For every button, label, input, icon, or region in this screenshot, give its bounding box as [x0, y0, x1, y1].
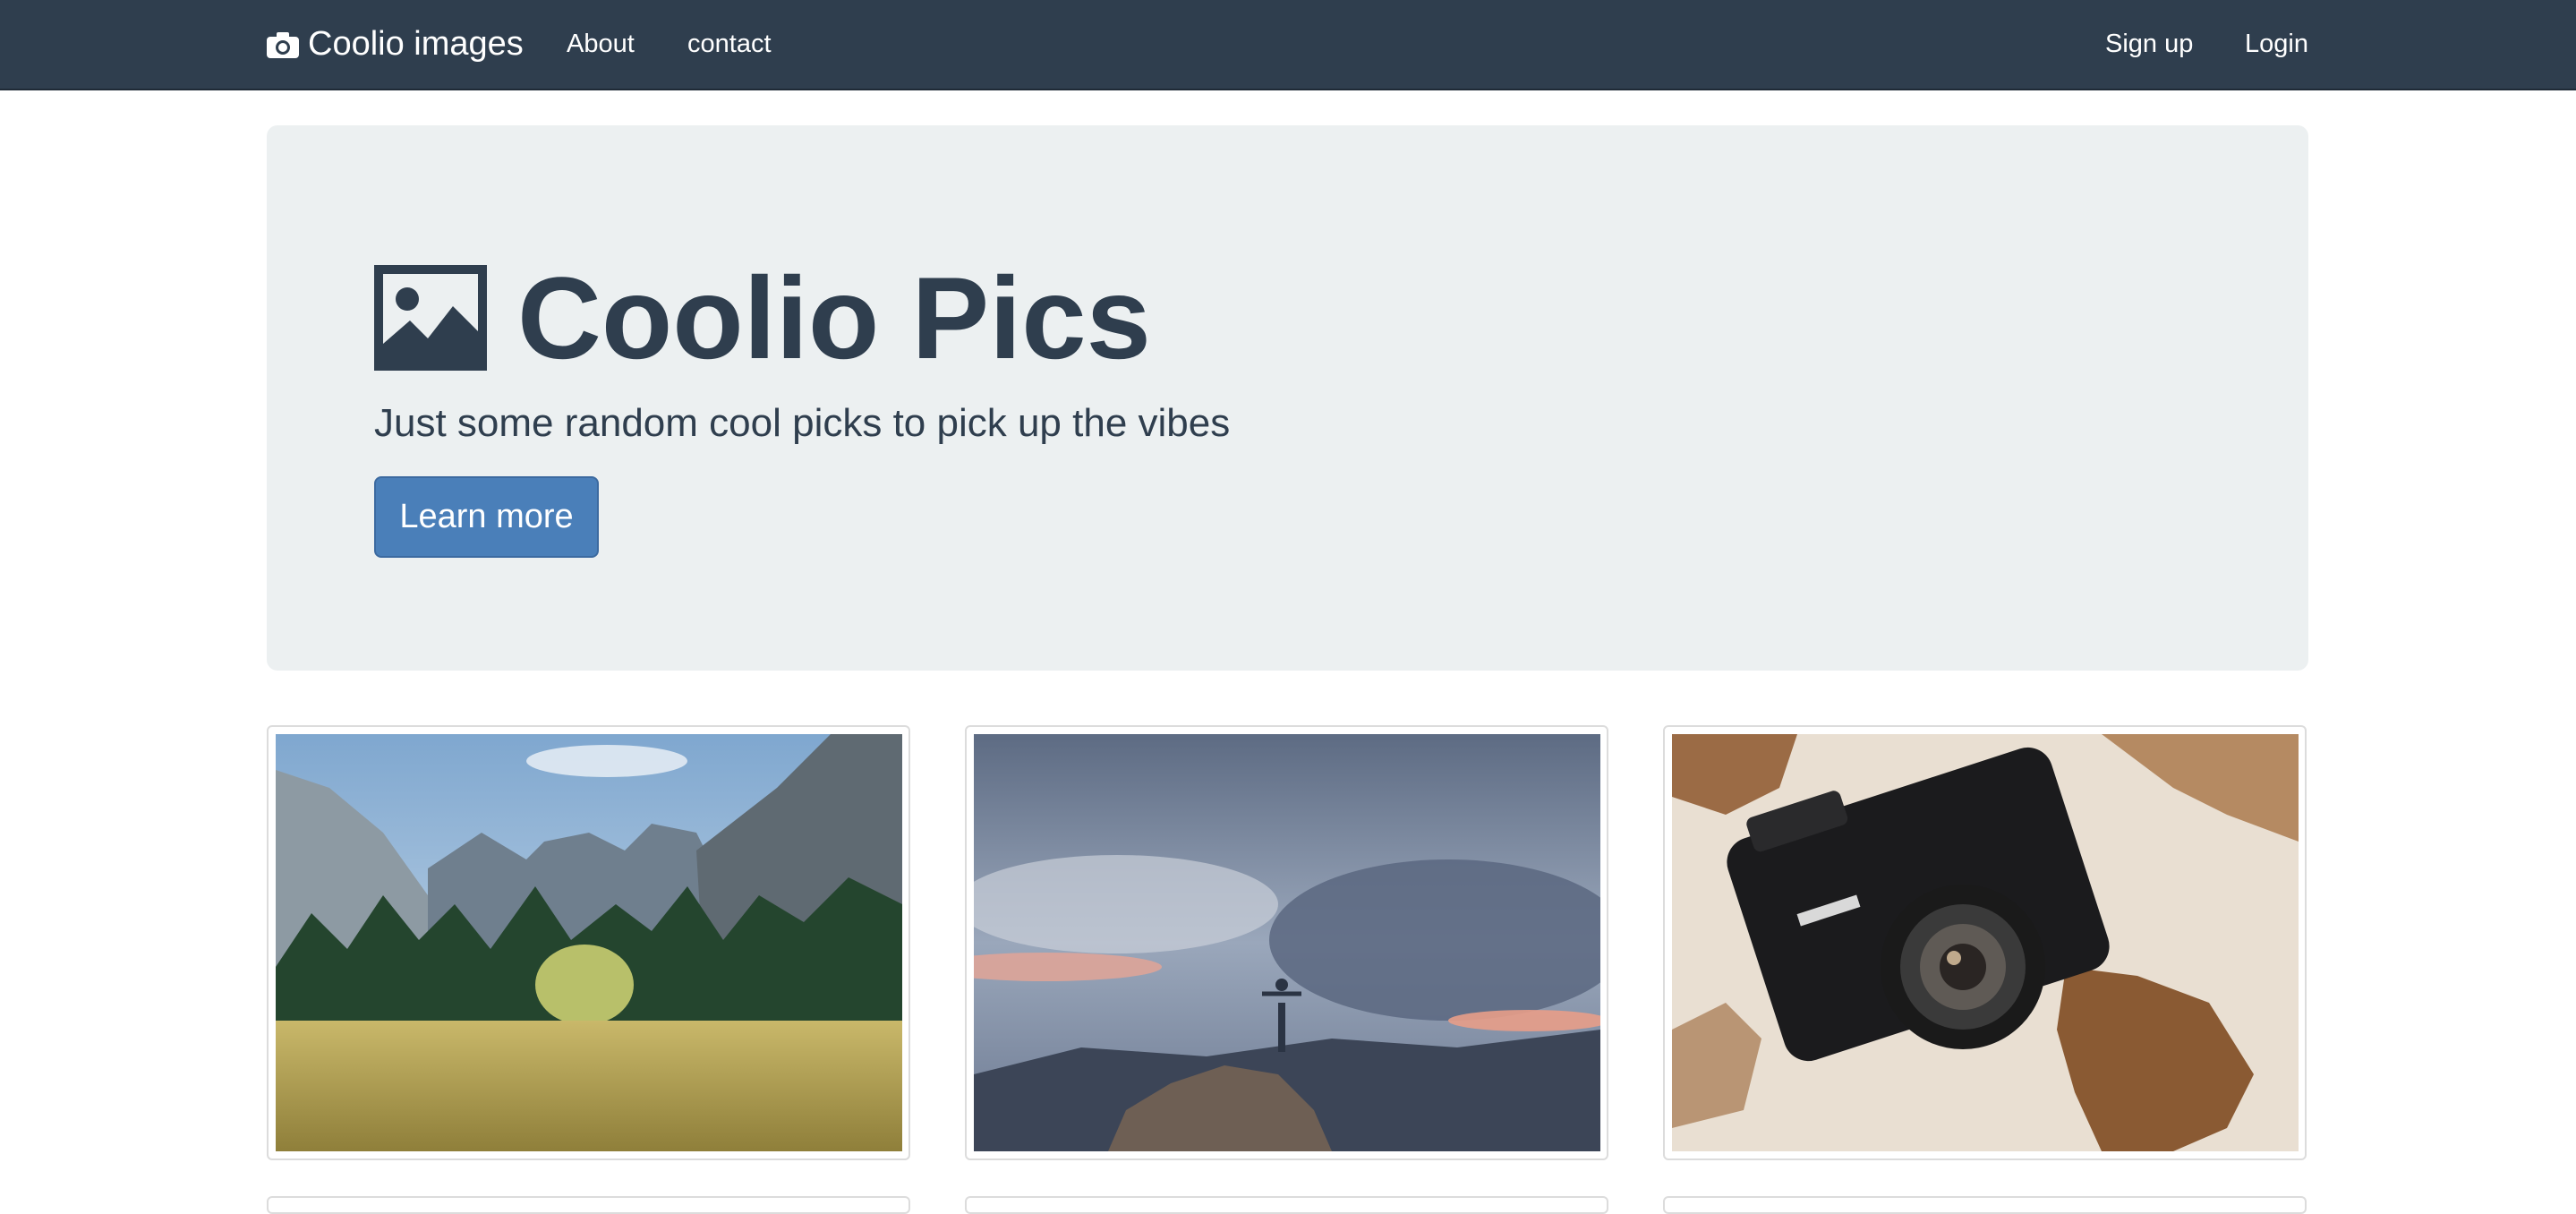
- brand-label: Coolio images: [308, 25, 524, 63]
- mountain-valley-image: [276, 734, 902, 1151]
- nav-link-contact[interactable]: contact: [687, 0, 772, 89]
- nav-link-login[interactable]: Login: [2245, 0, 2308, 89]
- thumbnail-row2-1[interactable]: [267, 1196, 910, 1214]
- nav-link-sign-up[interactable]: Sign up: [2105, 0, 2193, 89]
- camera-icon: [267, 31, 299, 58]
- person-on-rock-image: [974, 734, 1600, 1151]
- camera-on-map-image: [1672, 734, 2299, 1151]
- picture-icon: [374, 265, 487, 371]
- jumbotron: Coolio Pics Just some random cool picks …: [267, 125, 2308, 671]
- thumbnail-person-on-rock[interactable]: [965, 725, 1608, 1160]
- page-title-text: Coolio Pics: [517, 252, 1151, 383]
- thumbnail-row2-3[interactable]: [1663, 1196, 2307, 1214]
- learn-more-button[interactable]: Learn more: [374, 476, 599, 558]
- page-subtitle: Just some random cool picks to pick up t…: [374, 401, 1231, 445]
- brand-link[interactable]: Coolio images: [267, 0, 524, 89]
- thumbnail-camera-on-map[interactable]: [1663, 725, 2307, 1160]
- nav-link-about[interactable]: About: [567, 0, 635, 89]
- navbar: Coolio images About contact Sign up Logi…: [0, 0, 2576, 90]
- page-title: Coolio Pics: [374, 251, 1151, 385]
- thumbnail-row2-2[interactable]: [965, 1196, 1608, 1214]
- thumbnail-mountain-valley[interactable]: [267, 725, 910, 1160]
